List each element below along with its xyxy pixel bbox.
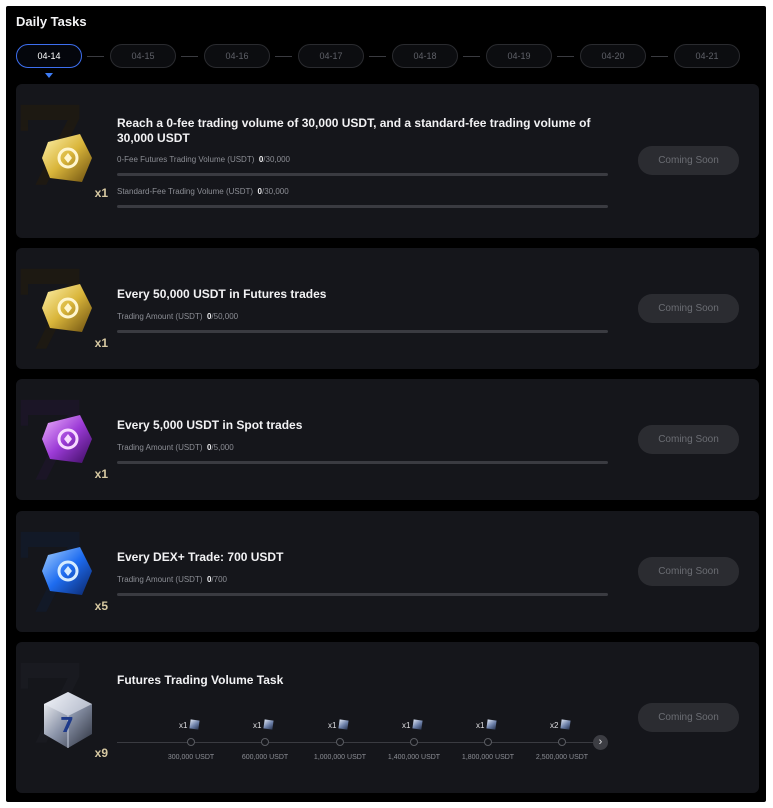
progress-bar [117,173,608,176]
date-connector [369,56,386,57]
milestone-dot [261,738,269,746]
milestone-reward: x1 [402,719,442,730]
progress-label: Trading Amount (USDT) 0/5,000 [117,443,234,452]
coming-soon-button[interactable]: Coming Soon [638,703,739,732]
task-title: Every DEX+ Trade: 700 USDT [117,550,284,564]
milestone-amount: 300,000 USDT [167,754,215,761]
date-connector [275,56,292,57]
cube-icon [486,719,498,730]
date-tab-04-16[interactable]: 04-16 [204,44,270,68]
chevron-right-icon[interactable]: › [593,735,608,750]
progress-label: Standard-Fee Trading Volume (USDT) 0/30,… [117,187,289,196]
coming-soon-button[interactable]: Coming Soon [638,557,739,586]
coming-soon-button[interactable]: Coming Soon [638,425,739,454]
task-card: 7 x1 Every 50,000 USDT in Futures trades… [16,248,759,369]
task-card: 7 x1 Every 5,000 USDT in Spot trades Tra… [16,379,759,500]
gold-coupon-icon [42,134,92,182]
date-connector [181,56,198,57]
date-tab-04-21[interactable]: 04-21 [674,44,740,68]
gold-coupon-icon [42,284,92,332]
milestone-dot [187,738,195,746]
date-connector [463,56,480,57]
milestone-dot [336,738,344,746]
milestone-amount: 1,000,000 USDT [313,754,367,761]
task-card: 7 x1 Reach a 0-fee trading volume of 30,… [16,84,759,238]
cube-icon [338,719,350,730]
milestone-reward: x1 [476,719,516,730]
reward-badge: x1 [36,128,108,200]
active-date-caret-icon [45,73,53,78]
blue-coupon-icon [42,547,92,595]
date-tab-04-19[interactable]: 04-19 [486,44,552,68]
task-title: Reach a 0-fee trading volume of 30,000 U… [117,116,591,145]
date-tab-04-20[interactable]: 04-20 [580,44,646,68]
reward-badge: x1 [36,278,108,350]
date-tab-04-18[interactable]: 04-18 [392,44,458,68]
date-connector [87,56,104,57]
milestone-reward: x1 [328,719,368,730]
milestone-amount: 1,400,000 USDT [387,754,441,761]
milestone-dot [410,738,418,746]
milestone-amount: 2,500,000 USDT [535,754,589,761]
milestone-reward: x1 [179,719,219,730]
milestone-reward: x1 [253,719,293,730]
progress-bar [117,330,608,333]
silver-cube-icon: 7 [44,692,92,748]
date-tabs: 04-14 04-15 04-16 04-17 04-18 04-19 04-2… [16,44,756,78]
date-connector [651,56,668,57]
progress-bar [117,205,608,208]
progress-label: Trading Amount (USDT) 0/50,000 [117,312,239,321]
reward-badge: 7 x9 [36,688,108,760]
coming-soon-button[interactable]: Coming Soon [638,146,739,175]
milestone-dot [484,738,492,746]
progress-label: 0-Fee Futures Trading Volume (USDT) 0/30… [117,155,290,164]
svg-text:7: 7 [60,713,74,737]
cube-icon [560,719,572,730]
task-card: 7 x5 Every DEX+ Trade: 700 USDT Trading … [16,511,759,632]
reward-count: x1 [94,336,108,350]
task-title: Futures Trading Volume Task [117,673,284,687]
date-tab-04-14[interactable]: 04-14 [16,44,82,68]
purple-coupon-icon [42,415,92,463]
task-card: 7 7 x9 Futures Trading Volume Task x1 30… [16,642,759,793]
progress-label: Trading Amount (USDT) 0/700 [117,575,227,584]
reward-count: x9 [94,746,108,760]
reward-badge: x1 [36,409,108,481]
milestone-dot [558,738,566,746]
date-tab-04-15[interactable]: 04-15 [110,44,176,68]
coming-soon-button[interactable]: Coming Soon [638,294,739,323]
cube-icon [412,719,424,730]
progress-bar [117,593,608,596]
milestone-amount: 600,000 USDT [241,754,289,761]
milestone-reward: x2 [550,719,590,730]
milestone-amount: 1,800,000 USDT [461,754,515,761]
reward-count: x5 [94,599,108,613]
task-title: Every 50,000 USDT in Futures trades [117,287,327,301]
daily-tasks-panel: Daily Tasks 04-14 04-15 04-16 04-17 04-1… [6,6,766,802]
reward-count: x1 [94,186,108,200]
cube-icon [189,719,201,730]
progress-bar [117,461,608,464]
cube-icon [263,719,275,730]
task-title: Every 5,000 USDT in Spot trades [117,418,303,432]
reward-count: x1 [94,467,108,481]
date-tab-04-17[interactable]: 04-17 [298,44,364,68]
date-connector [557,56,574,57]
page-title: Daily Tasks [16,14,87,29]
reward-badge: x5 [36,541,108,613]
